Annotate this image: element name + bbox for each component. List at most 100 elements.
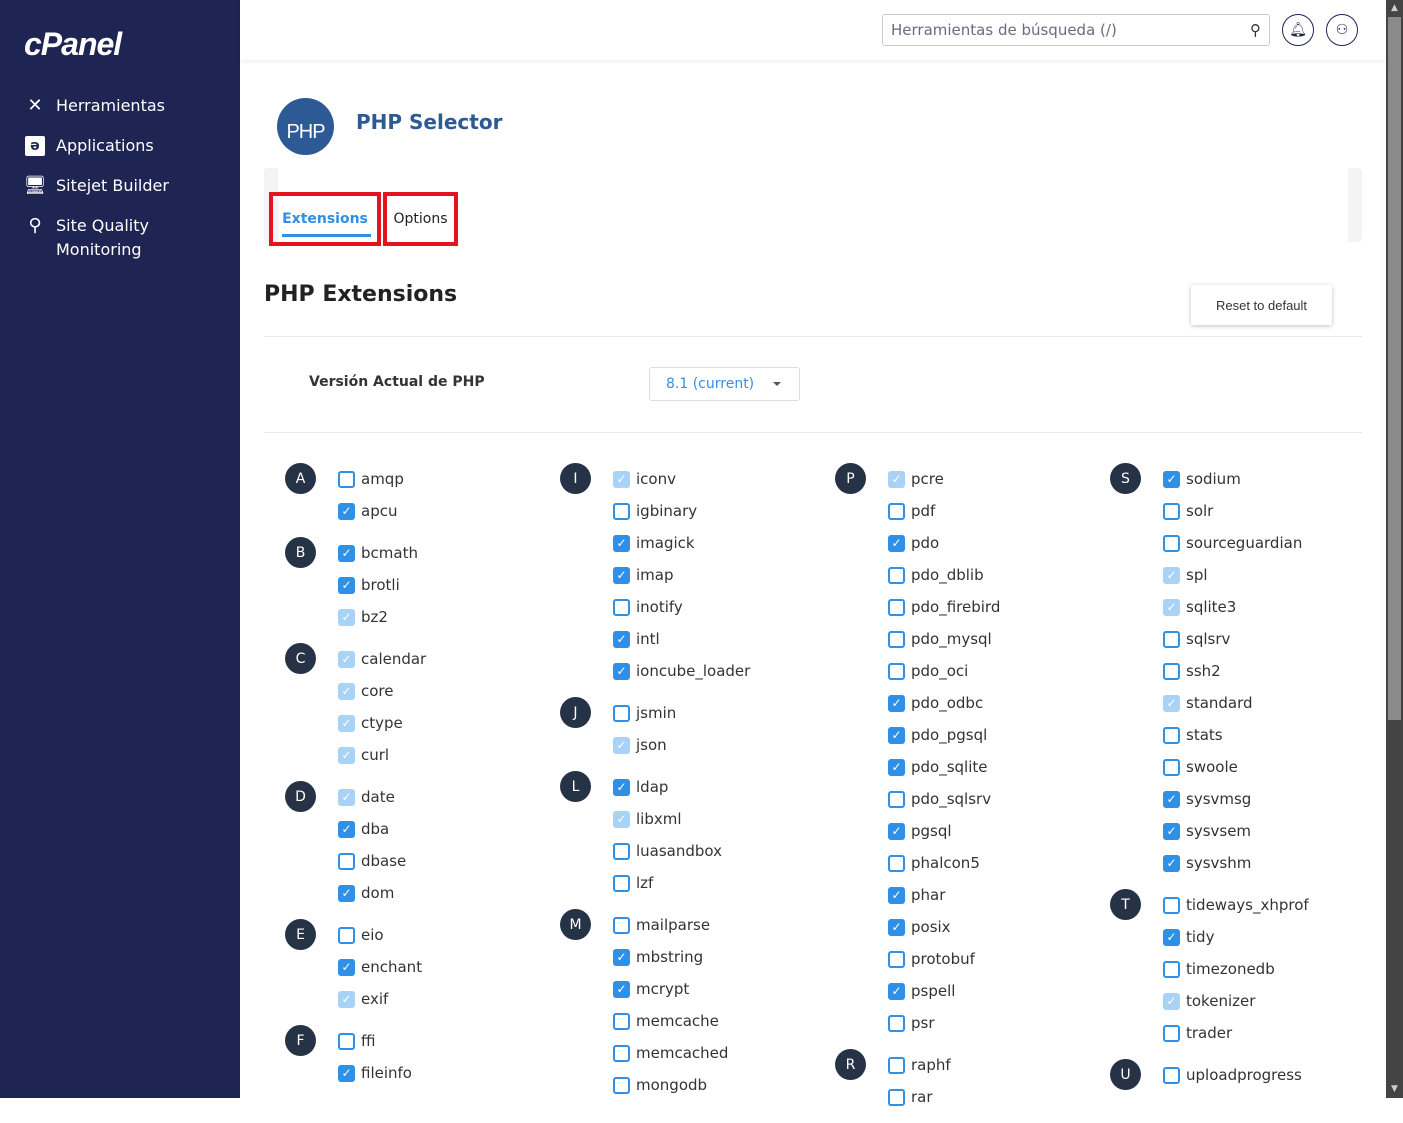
extension-fileinfo[interactable]: ✓ fileinfo [338,1057,560,1089]
checkbox[interactable] [1163,662,1180,680]
checkbox[interactable] [1163,1024,1180,1042]
checkbox[interactable]: ✓ [338,502,355,520]
checkbox[interactable] [338,470,355,488]
checkbox[interactable] [888,1014,905,1032]
extension-sourceguardian[interactable]: sourceguardian [1163,527,1385,559]
extension-pdo_sqlite[interactable]: ✓ pdo_sqlite [888,751,1110,783]
extension-ffi[interactable]: ffi [338,1025,560,1057]
checkbox[interactable]: ✓ [888,918,905,936]
checkbox[interactable] [888,662,905,680]
checkbox[interactable]: ✓ [338,820,355,838]
extension-posix[interactable]: ✓ posix [888,911,1110,943]
extension-memcache[interactable]: memcache [613,1005,835,1037]
extension-sysvmsg[interactable]: ✓ sysvmsg [1163,783,1385,815]
extension-pdo[interactable]: ✓ pdo [888,527,1110,559]
extension-pdo_firebird[interactable]: pdo_firebird [888,591,1110,623]
checkbox[interactable] [888,790,905,808]
notifications-button[interactable]: 🔔︎ [1282,14,1314,46]
checkbox[interactable]: ✓ [613,980,630,998]
extension-mongodb[interactable]: mongodb [613,1069,835,1101]
extension-phalcon5[interactable]: phalcon5 [888,847,1110,879]
checkbox[interactable]: ✓ [613,534,630,552]
checkbox[interactable]: ✓ [1163,928,1180,946]
checkbox[interactable]: ✓ [1163,822,1180,840]
extension-tidy[interactable]: ✓ tidy [1163,921,1385,953]
scroll-up-arrow-icon[interactable]: ▲ [1386,0,1403,17]
extension-sysvshm[interactable]: ✓ sysvshm [1163,847,1385,879]
php-version-select[interactable]: 8.1 (current) [649,367,800,401]
checkbox[interactable]: ✓ [338,576,355,594]
checkbox[interactable] [888,630,905,648]
extension-sqlsrv[interactable]: sqlsrv [1163,623,1385,655]
checkbox[interactable] [888,950,905,968]
extension-intl[interactable]: ✓ intl [613,623,835,655]
checkbox[interactable] [1163,726,1180,744]
extension-amqp[interactable]: amqp [338,463,560,495]
checkbox[interactable]: ✓ [338,1064,355,1082]
extension-luasandbox[interactable]: luasandbox [613,835,835,867]
extension-uploadprogress[interactable]: uploadprogress [1163,1059,1385,1091]
extension-memcached[interactable]: memcached [613,1037,835,1069]
checkbox[interactable]: ✓ [338,884,355,902]
extension-raphf[interactable]: raphf [888,1049,1110,1081]
extension-imagick[interactable]: ✓ imagick [613,527,835,559]
extension-bcmath[interactable]: ✓ bcmath [338,537,560,569]
checkbox[interactable]: ✓ [338,958,355,976]
checkbox[interactable]: ✓ [888,694,905,712]
extension-phar[interactable]: ✓ phar [888,879,1110,911]
checkbox[interactable]: ✓ [338,544,355,562]
checkbox[interactable] [888,502,905,520]
extension-imap[interactable]: ✓ imap [613,559,835,591]
checkbox[interactable]: ✓ [613,662,630,680]
extension-sodium[interactable]: ✓ sodium [1163,463,1385,495]
extension-jsmin[interactable]: jsmin [613,697,835,729]
extension-rar[interactable]: rar [888,1081,1110,1113]
tab-options[interactable]: Options [383,192,458,246]
extension-apcu[interactable]: ✓ apcu [338,495,560,527]
checkbox[interactable]: ✓ [613,630,630,648]
cpanel-logo[interactable]: cPanel [24,26,122,63]
checkbox[interactable]: ✓ [1163,854,1180,872]
extension-pdo_oci[interactable]: pdo_oci [888,655,1110,687]
search-icon[interactable]: ⚲ [1250,21,1261,39]
extension-pdo_mysql[interactable]: pdo_mysql [888,623,1110,655]
checkbox[interactable]: ✓ [613,778,630,796]
checkbox[interactable] [613,704,630,722]
checkbox[interactable]: ✓ [888,534,905,552]
sidebar-item-herramientas[interactable]: ✕ Herramientas [24,94,169,118]
checkbox[interactable]: ✓ [1163,790,1180,808]
extension-brotli[interactable]: ✓ brotli [338,569,560,601]
extension-dba[interactable]: ✓ dba [338,813,560,845]
extension-trader[interactable]: trader [1163,1017,1385,1049]
checkbox[interactable] [613,842,630,860]
extension-psr[interactable]: psr [888,1007,1110,1039]
checkbox[interactable] [1163,630,1180,648]
extension-enchant[interactable]: ✓ enchant [338,951,560,983]
extension-tideways_xhprof[interactable]: tideways_xhprof [1163,889,1385,921]
extension-stats[interactable]: stats [1163,719,1385,751]
reset-to-default-button[interactable]: Reset to default [1191,285,1332,325]
checkbox[interactable] [338,926,355,944]
user-menu-button[interactable]: ⚇ [1326,14,1358,46]
checkbox[interactable] [888,854,905,872]
extension-dbase[interactable]: dbase [338,845,560,877]
checkbox[interactable] [613,916,630,934]
checkbox[interactable] [338,1032,355,1050]
extension-ldap[interactable]: ✓ ldap [613,771,835,803]
scroll-down-arrow-icon[interactable]: ▼ [1386,1081,1403,1098]
checkbox[interactable] [1163,534,1180,552]
extension-pgsql[interactable]: ✓ pgsql [888,815,1110,847]
sidebar-item-sitejet-builder[interactable]: 🖥 Sitejet Builder [24,174,169,198]
extension-pdo_odbc[interactable]: ✓ pdo_odbc [888,687,1110,719]
checkbox[interactable] [1163,758,1180,776]
extension-pdo_sqlsrv[interactable]: pdo_sqlsrv [888,783,1110,815]
checkbox[interactable]: ✓ [613,566,630,584]
extension-igbinary[interactable]: igbinary [613,495,835,527]
extension-solr[interactable]: solr [1163,495,1385,527]
extension-dom[interactable]: ✓ dom [338,877,560,909]
checkbox[interactable] [613,502,630,520]
extension-swoole[interactable]: swoole [1163,751,1385,783]
checkbox[interactable]: ✓ [613,948,630,966]
checkbox[interactable] [888,1088,905,1106]
scrollbar-thumb[interactable] [1388,17,1401,720]
